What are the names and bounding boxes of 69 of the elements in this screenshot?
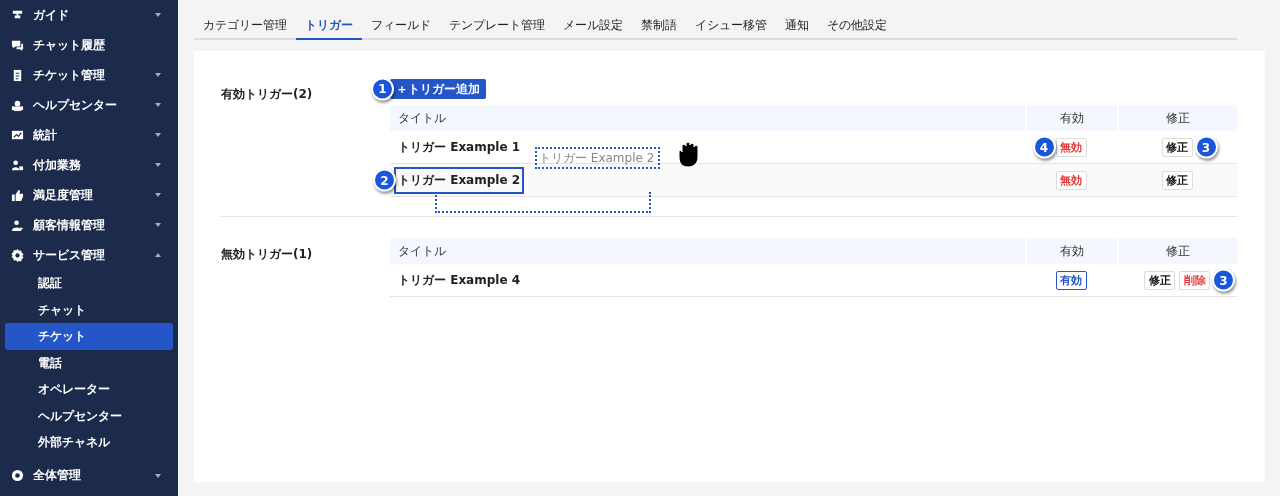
chart-icon xyxy=(11,128,24,142)
edit-button[interactable]: 修正 xyxy=(1161,137,1193,157)
column-header: 修正 xyxy=(1166,110,1190,125)
chat-bubbles-icon xyxy=(11,38,24,52)
ring-icon xyxy=(11,469,24,482)
tab[interactable]: 通知 xyxy=(776,12,818,40)
section-title: 無効トリガー(1) xyxy=(221,246,313,263)
disable-button[interactable]: 無効 xyxy=(1055,170,1087,190)
drag-preview: トリガー Example 2 xyxy=(535,147,661,169)
sidebar-subitem[interactable]: 外部チャネル xyxy=(5,429,173,456)
sidebar-subitem[interactable]: チケット xyxy=(5,323,173,350)
caret-down-icon[interactable] xyxy=(155,163,161,167)
sidebar-subitem[interactable]: ヘルプセンター xyxy=(5,402,173,429)
tab[interactable]: メール設定 xyxy=(554,12,632,40)
step-number-badge: 1 xyxy=(371,77,394,100)
step-number-badge: 3 xyxy=(1212,268,1235,292)
tab[interactable]: 禁制語 xyxy=(632,12,686,40)
caret-down-icon[interactable] xyxy=(155,103,161,107)
column-header: 修正 xyxy=(1166,243,1190,258)
disable-button[interactable]: 無効 xyxy=(1055,137,1087,157)
caret-down-icon[interactable] xyxy=(155,193,161,197)
settings-icon xyxy=(11,248,24,262)
sidebar-item[interactable]: 付加業務 xyxy=(33,156,155,174)
headset-person-icon xyxy=(11,98,24,112)
thumbs-up-icon xyxy=(11,188,24,202)
add-trigger-button[interactable]: ＋トリガー追加 xyxy=(390,79,486,99)
tab[interactable]: イシュー移管 xyxy=(686,12,776,40)
document-icon xyxy=(11,68,24,82)
column-header: タイトル xyxy=(398,110,446,125)
sidebar-subitem[interactable]: 認証 xyxy=(5,270,173,297)
caret-up-icon[interactable] xyxy=(155,253,161,257)
caret-down-icon[interactable] xyxy=(155,133,161,137)
caret-down-icon[interactable] xyxy=(155,73,161,77)
sidebar-item[interactable]: ガイド xyxy=(33,6,155,24)
step-number-badge: 3 xyxy=(1194,135,1218,159)
tab[interactable]: カテゴリー管理 xyxy=(194,12,296,40)
person-icon xyxy=(11,218,24,232)
enable-button[interactable]: 有効 xyxy=(1055,270,1087,290)
step-number-badge: 2 xyxy=(373,168,396,192)
sidebar-item[interactable]: 統計 xyxy=(33,126,155,144)
sidebar-item[interactable]: 満足度管理 xyxy=(33,186,155,204)
delete-button[interactable]: 削除 xyxy=(1179,270,1210,290)
section-title: 有効トリガー(2) xyxy=(221,86,313,103)
column-header: 有効 xyxy=(1060,110,1084,125)
sidebar-item[interactable]: 全体管理 xyxy=(33,467,155,484)
tab[interactable]: フィールド xyxy=(362,12,440,40)
tab[interactable]: その他設定 xyxy=(818,12,896,40)
step-number-badge: 4 xyxy=(1032,135,1056,159)
edit-button[interactable]: 修正 xyxy=(1144,270,1175,290)
sidebar-item[interactable]: 顧客情報管理 xyxy=(33,216,155,234)
person-icon xyxy=(11,158,24,172)
sidebar-item[interactable]: チャット履歴 xyxy=(33,36,161,54)
tab[interactable]: トリガー xyxy=(296,12,362,40)
column-header: 有効 xyxy=(1060,243,1084,258)
sidebar-subitem[interactable]: チャット xyxy=(5,296,173,323)
trigger-title[interactable]: トリガー Example 2 xyxy=(394,166,525,194)
sidebar-item[interactable]: サービス管理 xyxy=(33,246,155,264)
column-header: タイトル xyxy=(398,243,446,258)
caret-down-icon[interactable] xyxy=(155,473,161,478)
sidebar-item[interactable]: ヘルプセンター xyxy=(33,96,155,114)
caret-down-icon[interactable] xyxy=(155,13,161,17)
trigger-title[interactable]: トリガー Example 4 xyxy=(394,266,525,294)
edit-button[interactable]: 修正 xyxy=(1161,170,1193,190)
caret-down-icon[interactable] xyxy=(155,223,161,227)
sidebar-subitem[interactable]: オペレーター xyxy=(5,376,173,403)
sidebar-item[interactable]: チケット管理 xyxy=(33,66,155,84)
sidebar-subitem[interactable]: 電話 xyxy=(5,349,173,376)
tab[interactable]: テンプレート管理 xyxy=(440,12,554,40)
trigger-title[interactable]: トリガー Example 1 xyxy=(394,133,525,161)
